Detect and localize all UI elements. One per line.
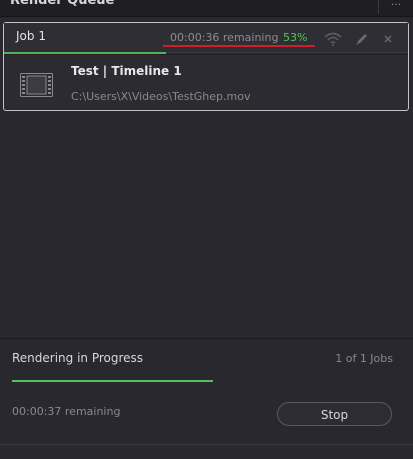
bottom-bar	[0, 444, 413, 459]
job-name: Job 1	[16, 29, 46, 43]
render-queue-panel: Render Queue ... Job 1 00:00:36 remainin…	[0, 0, 413, 459]
highlight-underline	[163, 45, 315, 47]
stop-button[interactable]: Stop	[277, 402, 392, 426]
overall-remaining-time: 00:00:37 remaining	[12, 405, 121, 418]
job-card[interactable]: Job 1 00:00:36 remaining 53% Test | Time…	[3, 22, 409, 111]
render-status-area: Rendering in Progress 1 of 1 Jobs 00:00:…	[0, 338, 413, 459]
output-file-path: C:\Users\X\Videos\TestGhep.mov	[71, 90, 251, 103]
film-strip-icon	[20, 73, 53, 97]
divider	[4, 54, 408, 55]
clip-title: Test | Timeline 1	[71, 64, 182, 78]
panel-title: Render Queue	[10, 0, 115, 8]
ellipsis-icon[interactable]: ...	[378, 0, 413, 14]
overall-progress-bar	[12, 380, 213, 382]
job-progress-percent: 53%	[283, 31, 308, 44]
job-remaining-time: 00:00:36 remaining	[170, 31, 279, 44]
wifi-signal-icon[interactable]	[324, 31, 342, 46]
pencil-icon[interactable]	[354, 31, 372, 45]
job-count: 1 of 1 Jobs	[335, 352, 393, 365]
status-title: Rendering in Progress	[12, 351, 144, 365]
close-icon[interactable]	[382, 31, 400, 45]
panel-header: Render Queue ...	[0, 0, 413, 17]
